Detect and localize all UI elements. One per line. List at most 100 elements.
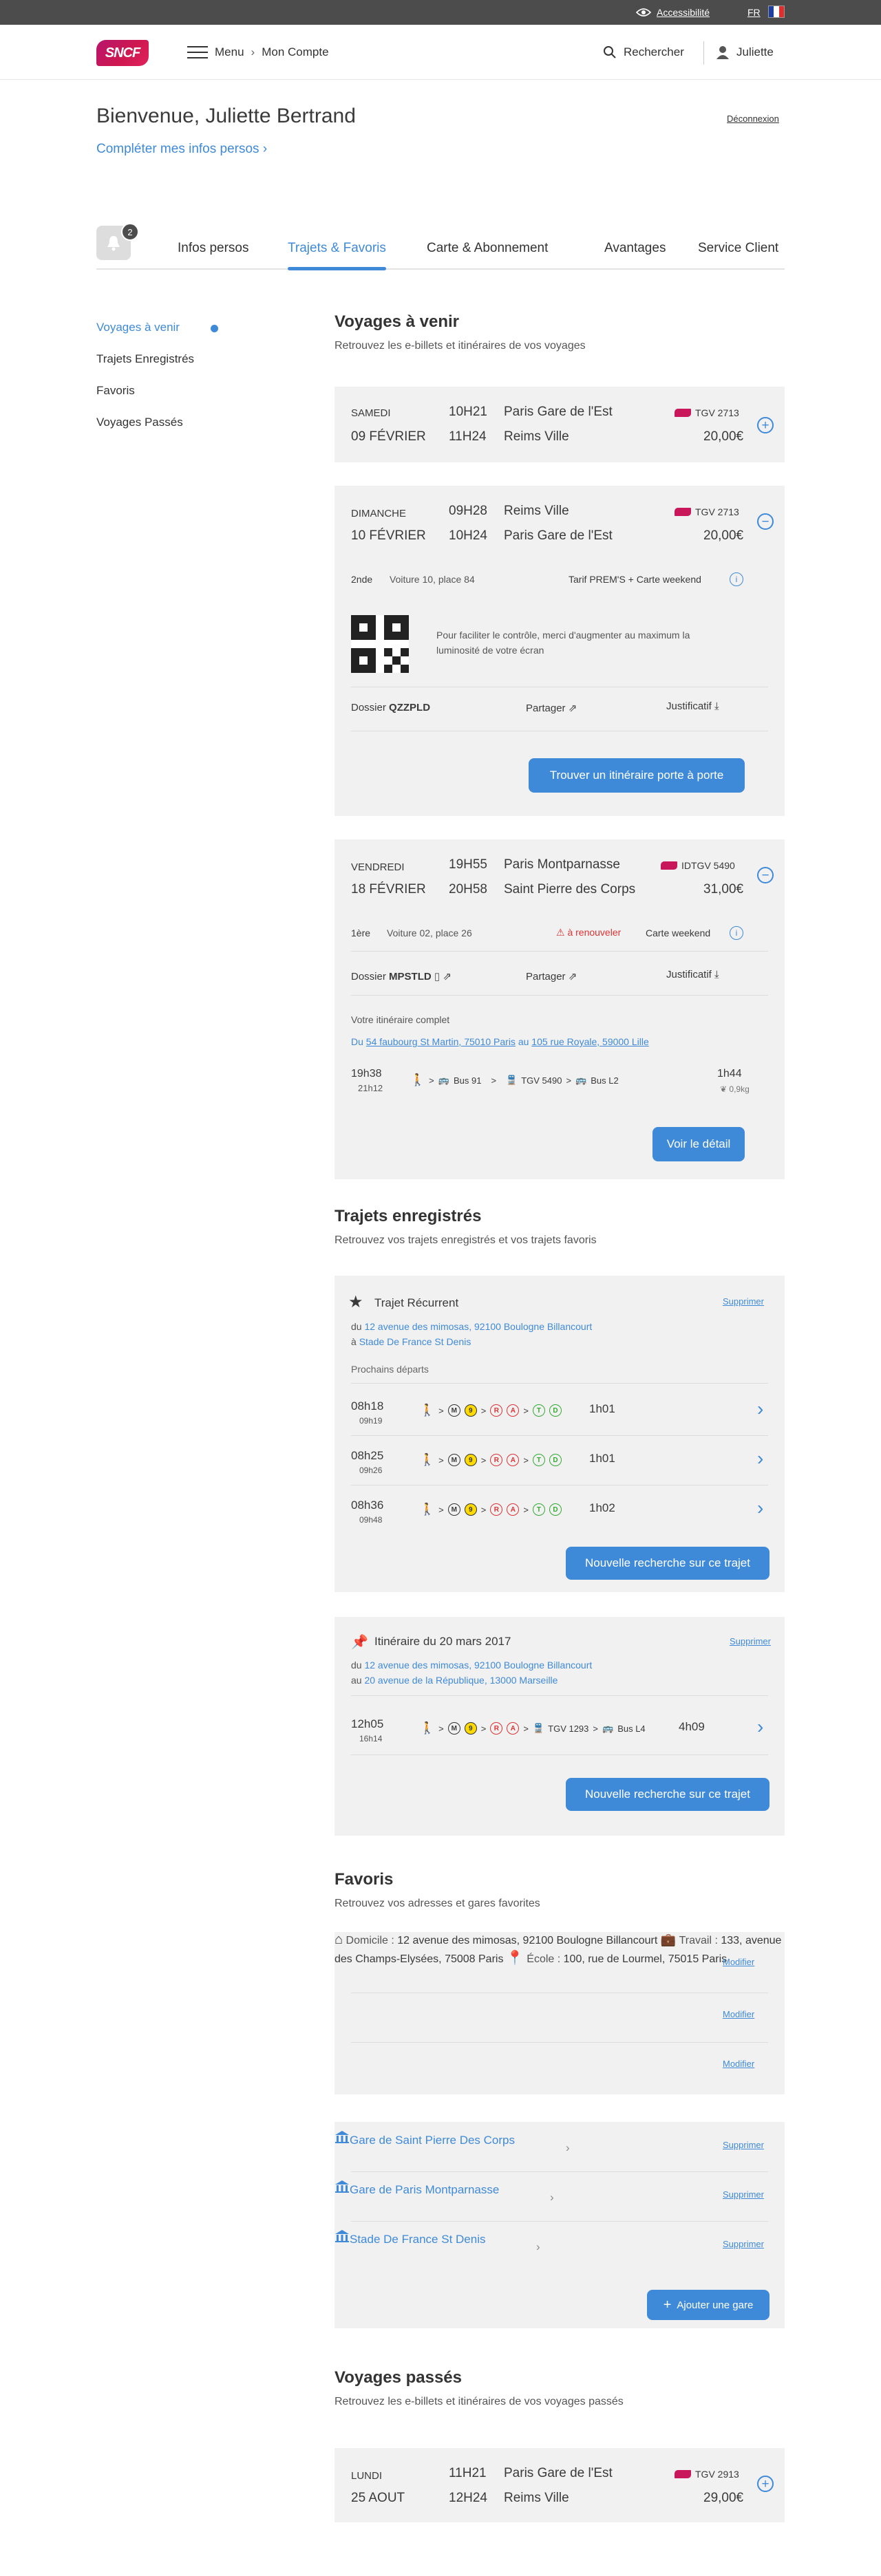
co2-emission: ❦ 0,9kg [720, 1084, 750, 1094]
dossier-link[interactable]: Dossier MPSTLD ▯ ⇗ [351, 970, 452, 983]
user-name: Juliette [736, 45, 774, 58]
delete-link[interactable]: Supprimer [723, 2239, 764, 2249]
itinerary-legs: 🚶 > M 9 > R A > 🚆 TGV 1293 > 🚌 Bus L4 [420, 1721, 646, 1735]
download-icon: ⤓ [714, 969, 719, 980]
recurring-trip-card: ★ Trajet Récurrent Supprimer du 12 avenu… [335, 1276, 785, 1592]
departure-row[interactable]: 08h36 09h48 🚶 > M 9 > R A > T D 1h02 › [335, 1488, 785, 1536]
train-number: TGV 2913 [695, 2469, 739, 2480]
route-to[interactable]: 20 avenue de la République, 13000 Marsei… [364, 1675, 558, 1686]
sncf-logo[interactable]: SNCF [96, 40, 149, 66]
expand-icon[interactable]: + [757, 2476, 774, 2492]
new-search-button[interactable]: Nouvelle recherche sur ce trajet [566, 1778, 769, 1811]
route-from[interactable]: 12 avenue des mimosas, 92100 Boulogne Bi… [364, 1660, 592, 1671]
station-name[interactable]: Stade De France St Denis [350, 2233, 485, 2246]
delete-link[interactable]: Supprimer [723, 2189, 764, 2200]
search-icon [604, 46, 616, 58]
arrival-time: 10H24 [449, 528, 487, 543]
station-name[interactable]: Gare de Paris Montparnasse [350, 2183, 499, 2196]
departure-time: 08h18 [351, 1399, 384, 1413]
arrival-time: 20H58 [449, 882, 487, 897]
receipt-link[interactable]: Justificatif ⤓ [666, 969, 719, 980]
edit-link[interactable]: Modifier [723, 2009, 754, 2019]
collapse-icon[interactable]: − [757, 867, 774, 883]
departure-row[interactable]: 08h18 09h19 🚶 > M 9 > R A > T D 1h01 › [335, 1388, 785, 1437]
dossier-label: Dossier [351, 702, 386, 713]
chevron-right-icon[interactable]: › [757, 1449, 763, 1468]
expand-icon[interactable]: + [757, 417, 774, 433]
search-button[interactable]: Rechercher [603, 45, 684, 59]
favorite-station-row[interactable]: Gare de Paris Montparnasse › Supprimer [335, 2180, 785, 2228]
recurring-title: Trajet Récurrent [374, 1296, 459, 1309]
trip-date: 25 AOUT [351, 2491, 405, 2505]
delete-link[interactable]: Supprimer [730, 1636, 771, 1646]
menu-button[interactable]: Menu › Mon Compte [187, 45, 329, 59]
favorite-station-row[interactable]: Gare de Saint Pierre Des Corps › Supprime… [335, 2130, 785, 2178]
trip-card[interactable]: SAMEDI 09 FÉVRIER 10H21 11H24 Paris Gare… [335, 387, 785, 462]
pin-icon: 📌 [351, 1635, 368, 1650]
address-value: 12 avenue des mimosas, 92100 Boulogne Bi… [397, 1935, 658, 1946]
complete-profile-link[interactable]: Compléter mes infos persos › [96, 142, 267, 157]
collapse-icon[interactable]: − [757, 513, 774, 530]
door-to-door-button[interactable]: Trouver un itinéraire porte à porte [529, 758, 745, 793]
user-account-button[interactable]: Juliette [716, 45, 774, 59]
add-station-button[interactable]: + Ajouter une gare [647, 2290, 769, 2320]
metro-9-icon: 9 [464, 1503, 477, 1516]
edit-link[interactable]: Modifier [723, 1957, 754, 1967]
divider [351, 2042, 768, 2043]
chevron-right-icon[interactable]: › [757, 1717, 763, 1737]
tab-avantages[interactable]: Avantages [604, 241, 666, 256]
download-icon: ⤓ [714, 700, 719, 712]
from-prefix: du [351, 1660, 362, 1671]
route-from-line: du 12 avenue des mimosas, 92100 Boulogne… [351, 1660, 592, 1671]
departure-time: 08h36 [351, 1499, 384, 1512]
trip-card-expanded: DIMANCHE 10 FÉVRIER 09H28 10H24 Reims Vi… [335, 486, 785, 816]
trip-price: 29,00€ [703, 2491, 744, 2505]
tab-infos-persos[interactable]: Infos persos [178, 241, 249, 256]
route-from[interactable]: 54 faubourg St Martin, 75010 Paris [366, 1036, 516, 1047]
bus-icon: 🚌 [602, 1723, 614, 1733]
departure-row[interactable]: 08h25 09h26 🚶 > M 9 > R A > T D 1h01 › [335, 1438, 785, 1486]
tab-trajets-favoris[interactable]: Trajets & Favoris [288, 241, 386, 270]
tab-carte-abonnement[interactable]: Carte & Abonnement [427, 241, 548, 256]
station-name[interactable]: Gare de Saint Pierre Des Corps [350, 2134, 515, 2147]
tab-service-client[interactable]: Service Client [698, 241, 778, 256]
rer-a-icon: A [507, 1454, 520, 1466]
route-to[interactable]: Stade De France St Denis [359, 1336, 471, 1347]
logout-link[interactable]: Déconnexion [727, 114, 779, 124]
france-flag-icon[interactable] [768, 6, 785, 18]
sidebar-item-voyages-passes[interactable]: Voyages Passés [96, 416, 183, 429]
notifications-button[interactable]: 2 [96, 223, 139, 260]
share-link[interactable]: Partager ⇗ [526, 702, 577, 714]
accessibility-link[interactable]: Accessibilité [636, 7, 710, 18]
metro-icon: M [447, 1503, 460, 1516]
view-detail-button[interactable]: Voir le détail [652, 1127, 745, 1161]
train-icon: 🚆 [532, 1723, 544, 1733]
info-icon[interactable]: i [730, 926, 743, 940]
route-from[interactable]: 12 avenue des mimosas, 92100 Boulogne Bi… [364, 1321, 592, 1332]
dossier-link[interactable]: Dossier QZZPLD [351, 702, 430, 713]
breadcrumb-current[interactable]: Mon Compte [262, 45, 328, 59]
rer-icon: R [490, 1722, 503, 1735]
arrival-station: Reims Ville [504, 429, 569, 444]
info-icon[interactable]: i [730, 572, 743, 586]
delete-link[interactable]: Supprimer [723, 1296, 764, 1307]
chevron-right-icon[interactable]: › [757, 1499, 763, 1518]
favorite-station-row[interactable]: Stade De France St Denis › Supprimer [335, 2229, 785, 2277]
tram-icon: T [532, 1404, 545, 1417]
new-search-button[interactable]: Nouvelle recherche sur ce trajet [566, 1547, 769, 1580]
route-to[interactable]: 105 rue Royale, 59000 Lille [531, 1036, 648, 1047]
edit-link[interactable]: Modifier [723, 2059, 754, 2069]
sidebar-item-trajets-enregistres[interactable]: Trajets Enregistrés [96, 352, 194, 366]
language-selector[interactable]: FR [747, 7, 761, 18]
trip-duration: 1h01 [589, 1402, 615, 1415]
receipt-link[interactable]: Justificatif ⤓ [666, 700, 719, 712]
share-link[interactable]: Partager ⇗ [526, 970, 577, 983]
itinerary-end-time: 21h12 [358, 1083, 383, 1093]
delete-link[interactable]: Supprimer [723, 2140, 764, 2150]
sidebar-item-voyages-a-venir[interactable]: Voyages à venir [96, 321, 180, 334]
search-label: Rechercher [624, 45, 684, 58]
sidebar-item-favoris[interactable]: Favoris [96, 384, 135, 398]
past-trip-card[interactable]: LUNDI 25 AOUT 11H21 12H24 Paris Gare de … [335, 2448, 785, 2522]
hamburger-icon [187, 46, 208, 58]
chevron-right-icon[interactable]: › [757, 1399, 763, 1419]
